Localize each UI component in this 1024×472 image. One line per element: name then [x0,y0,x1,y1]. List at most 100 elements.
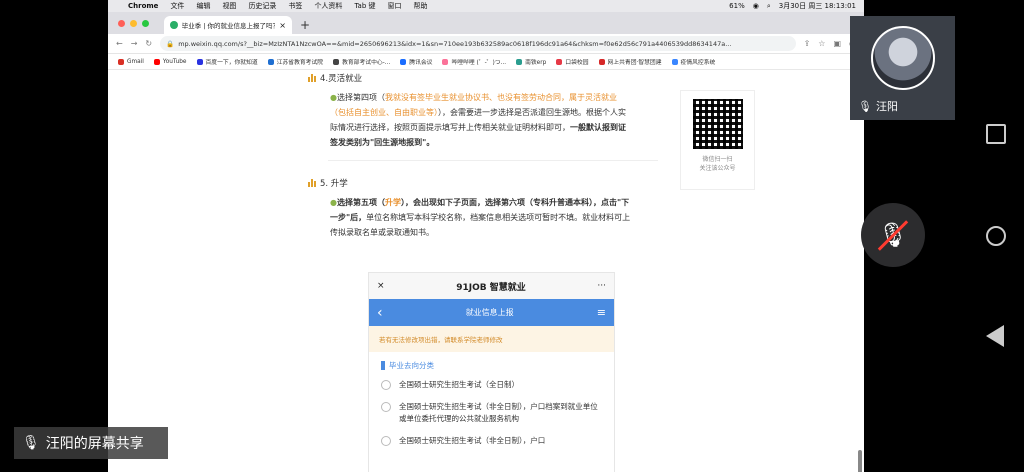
qr-caption-1: 微信扫一扫 [702,156,733,163]
menu-bookmarks[interactable]: 书签 [288,1,302,11]
phone-title-bar: × 91JOB 智慧就业 ··· [369,273,614,299]
qr-caption-2: 关注该公众号 [699,165,736,172]
qr-code-icon [692,99,743,149]
back-triangle-icon[interactable] [986,325,1004,347]
bookmark-favicon-icon [333,58,340,65]
phone-warning: 若有无法修改项出错，请联系学院老师修改 [369,326,614,352]
participant-name: 🎙 汪阳 [858,99,898,114]
wifi-icon[interactable]: ◉ [753,2,759,10]
window-controls [118,20,149,27]
home-circle-icon[interactable] [986,226,1006,246]
article-body: 4.灵活就业 ●选择第四项（我就没有签毕业生就业协议书、也没有签劳动合同，属于灵… [308,70,658,472]
url-bar[interactable]: 🔒 mp.weixin.qq.com/s?__biz=MzIzNTA1NzcwO… [160,36,796,51]
phone-nav-title: 就业信息上报 [465,308,514,317]
bookmark-item[interactable]: YouTube [153,58,187,65]
menubar-app[interactable]: Chrome [128,2,158,10]
radio-icon [381,436,391,446]
menu-tab[interactable]: Tab 键 [354,1,375,11]
phone-option: 全国硕士研究生招生考试（全日制） [381,379,602,391]
bookmark-favicon-icon [598,58,605,65]
bars-icon [308,179,316,187]
screen-share-label: 🎙 汪阳的屏幕共享 [14,427,168,459]
bookmark-favicon-icon [671,58,678,65]
bookmark-item[interactable]: 教育部考试中心-... [333,57,390,66]
bookmark-favicon-icon [516,58,523,65]
menu-file[interactable]: 文件 [170,1,184,11]
clock-text[interactable]: 3月30日 周三 18:13:01 [779,1,856,11]
phone-option: 全国硕士研究生招生考试（非全日制），户口 [381,435,602,447]
bookmark-favicon-icon [153,58,160,65]
participant-video-tile[interactable]: 🎙 汪阳 [850,16,955,120]
bookmark-item[interactable]: 江苏省教育考试院 [267,57,323,66]
close-icon: × [377,281,385,291]
embedded-phone-screenshot: × 91JOB 智慧就业 ··· ‹ 就业信息上报 ≡ 若有无法修改项出错，请联… [368,272,615,472]
tab-close-icon[interactable]: × [279,21,286,30]
wechat-article-page: 4.灵活就业 ●选择第四项（我就没有签毕业生就业协议书、也没有签劳动合同，属于灵… [108,70,864,472]
bookmarks-bar: Gmail YouTube 百度一下，你就知道 江苏省教育考试院 教育部考试中心-...… [108,54,864,70]
phone-section-title: 毕业去向分类 [381,360,602,371]
sidepanel-icon[interactable]: ▣ [833,39,841,48]
menu-help[interactable]: 帮助 [414,1,428,11]
address-row: ← → ↻ 🔒 mp.weixin.qq.com/s?__biz=MzIzNTA… [108,34,864,54]
bookmark-favicon-icon [196,58,203,65]
bookmark-favicon-icon [556,58,563,65]
tab-active[interactable]: 毕业季 | 你的就业信息上报了吗？ × [164,16,292,34]
maximize-window-icon[interactable] [142,20,149,27]
paragraph-flexible: ●选择第四项（我就没有签毕业生就业协议书、也没有签劳动合同，属于灵活就业（包括自… [330,93,626,147]
menu-history[interactable]: 历史记录 [248,1,276,11]
bookmark-item[interactable]: 百度一下，你就知道 [196,57,258,66]
battery-text: 61% [729,2,745,10]
star-icon[interactable]: ☆ [818,39,825,48]
mic-icon: 🎙 [22,435,40,451]
bookmark-item[interactable]: 口袋校园 [556,57,589,66]
minimize-window-icon[interactable] [130,20,137,27]
bookmark-item[interactable]: Gmail [118,58,144,65]
scrollbar[interactable] [858,450,862,472]
radio-icon [381,380,391,390]
recents-square-icon[interactable] [986,124,1006,144]
bookmark-favicon-icon [118,58,124,65]
bookmark-item[interactable]: 哔哩哔哩 (゜-゜)つ... [442,57,506,66]
mic-icon: 🎙 [858,99,872,113]
mac-menubar: Chrome 文件 编辑 视图 历史记录 书签 个人资料 Tab 键 窗口 帮助… [108,0,864,12]
bookmark-item[interactable]: 腾讯会议 [400,57,432,66]
menu-view[interactable]: 视图 [222,1,236,11]
bookmark-favicon-icon [267,58,274,65]
menu-icon: ≡ [596,306,606,319]
lock-icon: 🔒 [166,39,175,48]
paragraph-further-study: ●选择第五项（升学），会出现如下子页面，选择第六项（专科升普通本科），点击"下一… [330,198,631,237]
url-text: mp.weixin.qq.com/s?__biz=MzIzNTA1NzcwOA=… [178,39,732,48]
bookmark-item[interactable]: 网上共青团·智慧团建 [598,57,662,66]
phone-body: 毕业去向分类 全国硕士研究生招生考试（全日制） 全国硕士研究生招生考试（非全日制… [369,352,614,472]
search-icon[interactable]: ⌕ [767,2,771,11]
section-heading-further-study: 5. 升学 [308,177,653,189]
reload-icon[interactable]: ↻ [145,39,152,48]
tab-bar: 毕业季 | 你的就业信息上报了吗？ × + [108,12,864,34]
android-nav-bar [980,0,1016,472]
menu-window[interactable]: 窗口 [388,1,402,11]
tab-title: 毕业季 | 你的就业信息上报了吗？ [181,22,276,30]
bullet-icon: ● [330,198,337,207]
radio-icon [381,402,391,412]
wechat-favicon-icon [170,21,178,29]
divider [328,160,658,161]
new-tab-button[interactable]: + [300,18,310,32]
close-window-icon[interactable] [118,20,125,27]
bookmark-favicon-icon [442,58,449,65]
shared-screen: Chrome 文件 编辑 视图 历史记录 书签 个人资料 Tab 键 窗口 帮助… [108,0,864,472]
bookmark-item[interactable]: 疫情风控系统 [671,57,715,66]
bullet-icon: ● [330,93,337,102]
forward-icon[interactable]: → [131,39,138,48]
mute-button[interactable]: 🎙 [861,203,925,267]
phone-nav-bar: ‹ 就业信息上报 ≡ [369,299,614,326]
avatar [870,26,935,90]
bookmark-item[interactable]: 南铁erp [516,57,546,66]
share-icon[interactable]: ⇪ [804,39,811,48]
back-icon[interactable]: ← [116,39,123,48]
more-icon: ··· [597,281,606,291]
menu-edit[interactable]: 编辑 [196,1,210,11]
phone-app-title: 91JOB 智慧就业 [456,282,526,293]
bookmark-favicon-icon [400,58,407,65]
menu-profile[interactable]: 个人资料 [314,1,342,11]
bars-icon [308,74,316,82]
